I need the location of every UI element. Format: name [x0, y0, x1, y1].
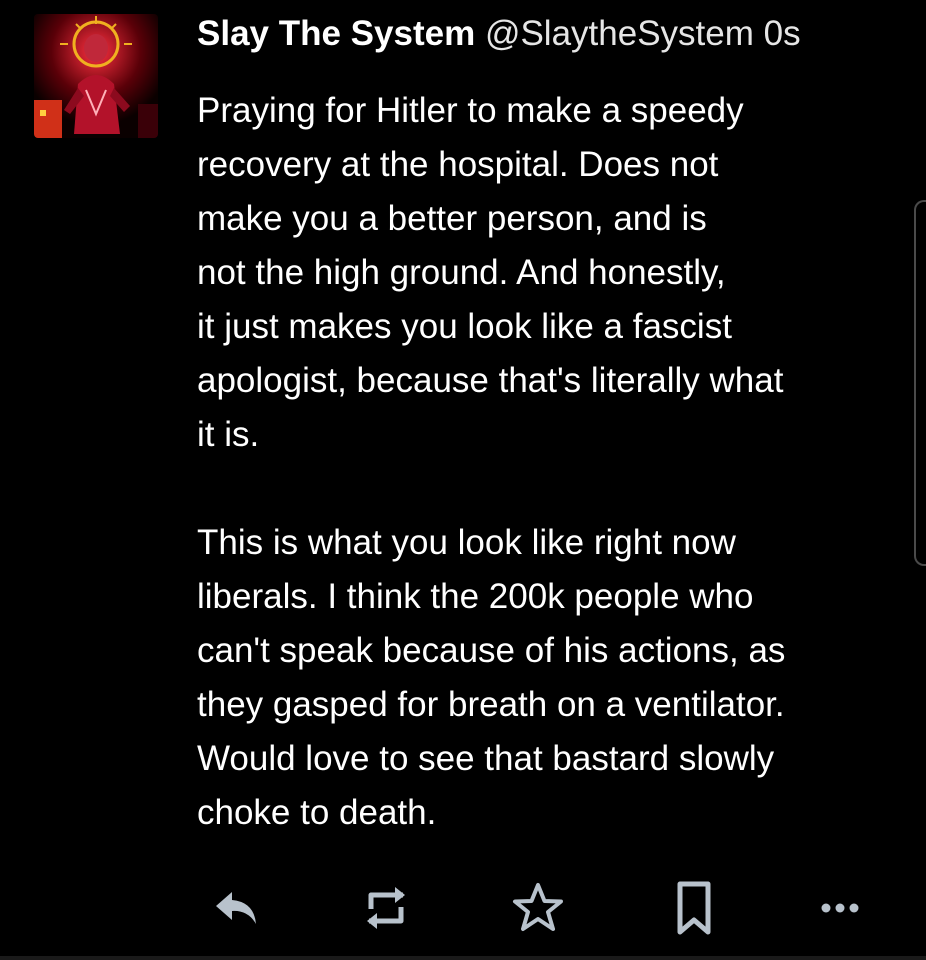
star-icon [513, 883, 563, 931]
favorite-button[interactable] [508, 878, 568, 938]
tweet-line: make you a better person, and is [197, 199, 707, 238]
reply-button[interactable] [206, 878, 266, 938]
tweet-paragraph-2: This is what you look like right now lib… [197, 516, 907, 840]
avatar-image [34, 14, 158, 138]
action-bar [0, 874, 926, 944]
display-name[interactable]: Slay The System [197, 14, 475, 53]
tweet-line: Praying for Hitler to make a speedy [197, 91, 744, 130]
tweet-header: Slay The System @SlaytheSystem 0s [197, 12, 801, 56]
bookmark-icon [677, 881, 711, 935]
retweet-icon [367, 887, 405, 929]
retweet-button[interactable] [356, 878, 416, 938]
tweet-line: Would love to see that bastard slowly [197, 739, 775, 778]
more-options-button[interactable] [810, 878, 870, 938]
avatar[interactable] [34, 14, 158, 138]
divider [0, 956, 926, 960]
tweet-line: This is what you look like right now [197, 523, 736, 562]
more-icon [821, 903, 859, 913]
tweet-line: it is. [197, 415, 260, 454]
tweet-line: they gasped for breath on a ventilator. [197, 685, 785, 724]
tweet: Slay The System @SlaytheSystem 0s Prayin… [0, 0, 926, 960]
bookmark-button[interactable] [664, 878, 724, 938]
tweet-text: Praying for Hitler to make a speedy reco… [197, 84, 907, 840]
scrollbar[interactable] [914, 200, 926, 566]
tweet-line: recovery at the hospital. Does not [197, 145, 719, 184]
tweet-line: liberals. I think the 200k people who [197, 577, 754, 616]
tweet-line: not the high ground. And honestly, [197, 253, 726, 292]
tweet-line: apologist, because that's literally what [197, 361, 784, 400]
tweet-line: choke to death. [197, 793, 437, 832]
timestamp[interactable]: 0s [764, 14, 801, 53]
tweet-paragraph-1: Praying for Hitler to make a speedy reco… [197, 84, 907, 462]
tweet-line: can't speak because of his actions, as [197, 631, 786, 670]
reply-icon [216, 892, 256, 924]
tweet-line: it just makes you look like a fascist [197, 307, 732, 346]
user-handle[interactable]: @SlaytheSystem [485, 14, 754, 53]
